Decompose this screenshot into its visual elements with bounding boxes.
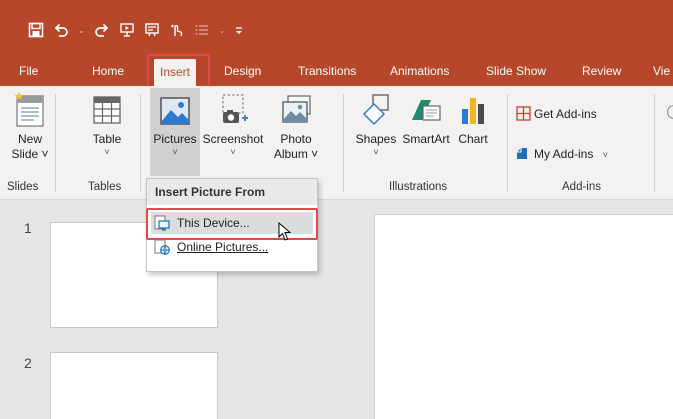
my-addins-icon — [517, 148, 527, 159]
ribbon-separator — [55, 94, 56, 192]
smartart-button[interactable]: SmartArt — [400, 92, 452, 147]
ribbon-separator — [654, 94, 655, 192]
new-slide-button[interactable]: New Slide ˅ — [10, 92, 50, 162]
smartart-icon — [412, 100, 441, 121]
chart-button[interactable]: Chart — [452, 92, 494, 147]
new-slide-label-line2: Slide ˅ — [11, 147, 49, 161]
group-addins-label: Add-ins — [562, 181, 601, 193]
group-tables-label: Tables — [88, 181, 122, 193]
shapes-button[interactable]: Shapes ˅ — [354, 92, 398, 157]
undo-icon[interactable] — [53, 22, 69, 38]
tab-animations[interactable]: Animations — [390, 56, 449, 86]
my-addins-chevron-icon: ˅ — [602, 150, 608, 160]
customize-icon[interactable] — [234, 24, 244, 36]
screenshot-chevron-icon: ˅ — [230, 147, 236, 157]
current-slide[interactable] — [374, 214, 673, 419]
table-icon — [93, 96, 121, 124]
get-addins-icon — [516, 106, 531, 121]
new-slide-label-line1: New — [17, 132, 42, 146]
title-bar: ⌄ ⌄ — [0, 0, 673, 56]
chart-icon — [462, 98, 484, 124]
save-icon[interactable] — [28, 22, 44, 38]
shapes-chevron-icon: ˅ — [373, 147, 379, 157]
shapes-label: Shapes — [355, 132, 397, 146]
list-chevron-icon: ⌄ — [218, 25, 226, 35]
partial-icon — [666, 104, 673, 120]
ribbon-separator — [140, 94, 141, 192]
get-addins-button[interactable]: Get Add-ins — [516, 106, 636, 122]
this-device-text: This Device... — [177, 216, 250, 230]
ribbon-separator — [507, 94, 508, 192]
tab-review[interactable]: Review — [582, 56, 621, 86]
menu-header: Insert Picture From — [147, 179, 317, 205]
new-slide-icon — [14, 92, 44, 127]
tab-view[interactable]: Vie — [653, 56, 670, 86]
my-addins-button[interactable]: My Add-ins ˅ — [516, 146, 646, 163]
shapes-icon — [362, 94, 389, 126]
slide-number-1: 1 — [24, 220, 32, 236]
ribbon-tabs: File Home Insert Design Transitions Anim… — [0, 56, 673, 86]
table-chevron-icon: ˅ — [104, 147, 110, 157]
smartart-label: SmartArt — [402, 132, 450, 146]
online-pictures-label: Online Pictures... — [177, 240, 269, 254]
photo-album-icon — [282, 95, 311, 123]
photo-album-label-line2: Album ˅ — [273, 147, 319, 161]
from-beginning-icon[interactable] — [119, 22, 135, 38]
tab-slide-show[interactable]: Slide Show — [486, 56, 546, 86]
screenshot-label: Screenshot — [202, 132, 264, 146]
photo-album-label-line1: Photo — [280, 132, 312, 146]
tab-design[interactable]: Design — [224, 56, 261, 86]
this-device-icon — [154, 215, 170, 231]
screenshot-button[interactable]: Screenshot ˅ — [202, 92, 264, 157]
undo-chevron-icon[interactable]: ⌄ — [78, 26, 85, 35]
redo-icon[interactable] — [94, 22, 110, 38]
table-label: Table — [92, 132, 122, 146]
touch-mode-icon[interactable] — [169, 22, 185, 38]
powerpoint-window: ⌄ ⌄ File Home Insert Design Transitions … — [0, 0, 673, 419]
quick-access-toolbar: ⌄ ⌄ — [28, 20, 244, 40]
slide-number-2: 2 — [24, 355, 32, 371]
table-button[interactable]: Table ˅ — [87, 92, 127, 157]
pictures-chevron-icon: ˅ — [172, 147, 178, 157]
tab-transitions[interactable]: Transitions — [298, 56, 356, 86]
group-slides-label: Slides — [7, 181, 39, 193]
slide-thumbnail-2[interactable] — [50, 352, 218, 419]
tab-insert[interactable]: Insert — [154, 59, 197, 86]
my-addins-label: My Add-ins — [534, 147, 594, 161]
present-icon[interactable] — [144, 22, 160, 38]
chart-label: Chart — [458, 132, 488, 146]
pictures-button[interactable]: Pictures ˅ — [150, 92, 200, 157]
ribbon-separator — [343, 94, 344, 192]
photo-album-button[interactable]: Photo Album ˅ — [272, 92, 320, 162]
pictures-label: Pictures — [153, 132, 197, 146]
online-pictures-icon — [154, 239, 170, 255]
this-device-label: This Device... — [177, 212, 250, 234]
screenshot-icon — [222, 94, 248, 123]
mouse-cursor-icon — [278, 222, 292, 241]
get-addins-label: Get Add-ins — [534, 107, 597, 121]
pictures-icon — [160, 97, 190, 125]
insert-picture-menu: Insert Picture From This Device... Onlin… — [146, 178, 318, 272]
tab-home[interactable]: Home — [92, 56, 124, 86]
ribbon: New Slide ˅ Slides Table ˅ Tables Pictur… — [0, 86, 673, 200]
tab-file[interactable]: File — [19, 56, 38, 86]
group-illustrations-label: Illustrations — [389, 181, 448, 193]
list-icon[interactable] — [194, 22, 210, 38]
